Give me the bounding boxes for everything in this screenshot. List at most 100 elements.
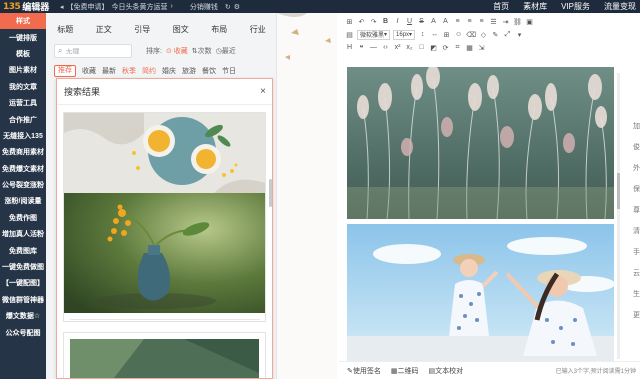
- fullscreen-icon[interactable]: ⤢: [503, 30, 512, 40]
- sort-by-recent[interactable]: ◷最近: [216, 46, 236, 56]
- rail-item-group-manager[interactable]: 微信群管神器: [0, 292, 46, 308]
- brush-icon[interactable]: ✎: [491, 30, 500, 40]
- rail-item-partner[interactable]: 合作推广: [0, 111, 46, 127]
- font-family-select[interactable]: 微软雅黑 ▾: [357, 29, 391, 40]
- image-icon[interactable]: ▣: [525, 17, 534, 27]
- sort-by-favorites[interactable]: ⊙ 收藏: [166, 46, 188, 56]
- rail-item-integrate[interactable]: 无缝接入135: [0, 128, 46, 144]
- document-canvas[interactable]: [347, 67, 614, 367]
- align-right-icon[interactable]: ≡: [477, 17, 486, 27]
- logo[interactable]: 135 编辑器: [0, 0, 49, 13]
- align-left-icon[interactable]: ≡: [453, 17, 462, 27]
- rail-item-account-image[interactable]: 公众号配图: [0, 324, 46, 340]
- rail-item-one-click-design[interactable]: 一键免费做图: [0, 259, 46, 275]
- border-icon[interactable]: □: [417, 43, 426, 53]
- tab-layout[interactable]: 布局: [200, 21, 239, 37]
- side-label[interactable]: 手: [633, 247, 640, 268]
- italic-icon[interactable]: I: [393, 17, 402, 27]
- settings-icon[interactable]: ⚙: [234, 3, 240, 11]
- divider-icon[interactable]: —: [369, 43, 378, 53]
- filter-dining[interactable]: 餐饮: [202, 66, 216, 76]
- expand-icon[interactable]: ⇲: [477, 43, 486, 53]
- rail-item-one-click-layout[interactable]: 一键排版: [0, 29, 46, 45]
- quote-icon[interactable]: ❝: [357, 43, 366, 53]
- qrcode-button[interactable]: ▦二维码: [391, 366, 419, 376]
- side-label[interactable]: 俊: [633, 142, 640, 163]
- font-size-select[interactable]: 16px ▾: [393, 29, 416, 40]
- font-color-icon[interactable]: A: [429, 17, 438, 27]
- rotate-icon[interactable]: ⟳: [441, 43, 450, 53]
- tab-guide[interactable]: 引导: [123, 21, 162, 37]
- align-center-icon[interactable]: ≡: [465, 17, 474, 27]
- superscript-icon[interactable]: x²: [393, 43, 402, 53]
- tab-title[interactable]: 标题: [46, 21, 85, 37]
- filter-wedding[interactable]: 婚庆: [162, 66, 176, 76]
- announcement-headline[interactable]: 今日头条黄方运营: [112, 2, 168, 12]
- side-label[interactable]: 尊: [633, 205, 640, 226]
- side-label[interactable]: 云: [633, 268, 640, 289]
- rail-item-free-commercial[interactable]: 免费商用素材: [0, 144, 46, 160]
- nav-vip[interactable]: VIP服务: [561, 1, 590, 12]
- side-label[interactable]: 外: [633, 163, 640, 184]
- highlight-icon[interactable]: A: [441, 17, 450, 27]
- side-label[interactable]: 保: [633, 184, 640, 205]
- refresh-icon[interactable]: ↻: [225, 3, 231, 11]
- format-icon[interactable]: ▤: [345, 30, 354, 40]
- filter-simple[interactable]: 简约: [142, 66, 156, 76]
- indent-icon[interactable]: ⇥: [501, 17, 510, 27]
- tab-image-text[interactable]: 图文: [162, 21, 201, 37]
- filter-recommended[interactable]: 推荐: [54, 65, 76, 77]
- list-icon[interactable]: ☰: [489, 17, 498, 27]
- nav-home[interactable]: 首页: [493, 1, 509, 12]
- rail-item-ops-tools[interactable]: 运营工具: [0, 95, 46, 111]
- sort-by-count[interactable]: ⇅次数: [192, 46, 212, 56]
- redo-icon[interactable]: ↷: [369, 17, 378, 27]
- side-label[interactable]: 清: [633, 226, 640, 247]
- letter-spacing-icon[interactable]: ↔: [430, 30, 439, 40]
- rail-item-auto-image[interactable]: 【一键配图】: [0, 275, 46, 291]
- tab-body[interactable]: 正文: [85, 21, 124, 37]
- rail-item-template[interactable]: 模板: [0, 46, 46, 62]
- rail-item-style[interactable]: 样式: [0, 13, 46, 30]
- line-height-icon[interactable]: ↕: [418, 30, 427, 40]
- rail-item-free-design[interactable]: 免费作图: [0, 210, 46, 226]
- result-card[interactable]: [63, 112, 266, 322]
- close-icon[interactable]: ×: [260, 86, 266, 97]
- rail-item-viral-data[interactable]: 爆文数据☆: [0, 308, 46, 324]
- eraser-icon[interactable]: ◇: [479, 30, 488, 40]
- promo-link[interactable]: 分销赚钱: [190, 2, 218, 12]
- results-scrollbar[interactable]: [269, 179, 272, 207]
- search-input[interactable]: [65, 47, 126, 55]
- announcement-badge[interactable]: 【免费申请】: [67, 2, 109, 12]
- rail-item-free-viral[interactable]: 免费爆文素材: [0, 161, 46, 177]
- result-card[interactable]: [63, 332, 266, 378]
- bold-icon[interactable]: B: [381, 17, 390, 27]
- nav-traffic[interactable]: 流量变现: [604, 1, 636, 12]
- use-signature-button[interactable]: ✎使用签名: [347, 366, 381, 376]
- table-icon[interactable]: ⊞: [442, 30, 451, 40]
- tab-industry[interactable]: 行业: [239, 21, 278, 37]
- next-icon[interactable]: ›: [171, 3, 173, 10]
- filter-latest[interactable]: 最新: [102, 66, 116, 76]
- heading-icon[interactable]: H: [345, 43, 354, 53]
- rail-item-images[interactable]: 图片素材: [0, 62, 46, 78]
- filter-travel[interactable]: 旅游: [182, 66, 196, 76]
- rail-item-free-gallery[interactable]: 免费图库: [0, 242, 46, 258]
- proofread-button[interactable]: ▤文本校对: [429, 366, 464, 376]
- crop-icon[interactable]: ⌗: [453, 43, 462, 53]
- grid-icon[interactable]: ▦: [465, 43, 474, 53]
- side-label[interactable]: 生: [633, 289, 640, 310]
- side-label[interactable]: 更: [633, 310, 640, 331]
- shadow-icon[interactable]: ◩: [429, 43, 438, 53]
- strikethrough-icon[interactable]: S: [417, 17, 426, 27]
- editor-scrollbar[interactable]: [617, 173, 620, 209]
- source-icon[interactable]: ⊞: [345, 17, 354, 27]
- side-label[interactable]: 加: [633, 121, 640, 142]
- more-icon[interactable]: ▾: [515, 30, 524, 40]
- code-icon[interactable]: ‹›: [381, 43, 390, 53]
- nav-materials[interactable]: 素材库: [523, 1, 547, 12]
- rail-item-fans-reads[interactable]: 涨粉/阅读量: [0, 193, 46, 209]
- rail-item-real-fans[interactable]: 增加真人活粉: [0, 226, 46, 242]
- link-icon[interactable]: ⛓: [513, 17, 522, 27]
- undo-icon[interactable]: ↶: [357, 17, 366, 27]
